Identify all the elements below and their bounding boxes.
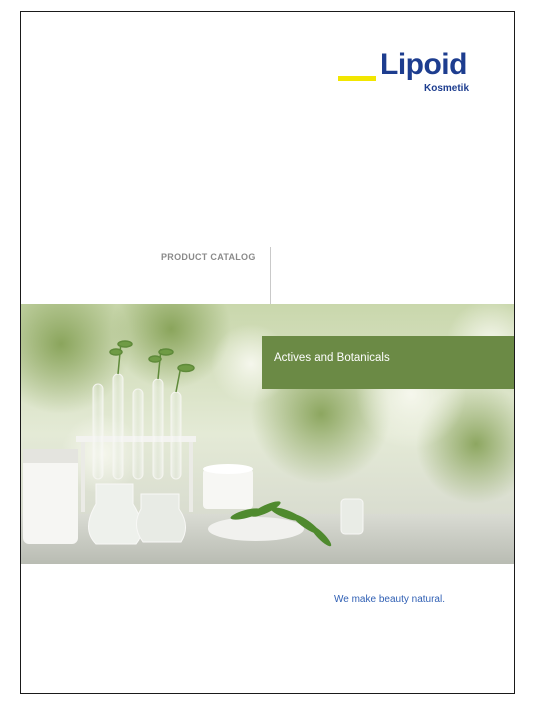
logo-wordmark: Lipoid xyxy=(380,48,467,81)
catalog-cover: Lipoid Kosmetik PRODUCT CATALOG Actives … xyxy=(20,11,515,694)
catalog-title: Actives and Botanicals xyxy=(274,352,390,364)
catalog-label: PRODUCT CATALOG xyxy=(161,252,256,262)
logo-yellow-bar xyxy=(338,76,376,81)
brand-tagline: We make beauty natural. xyxy=(334,594,445,605)
logo-subtitle: Kosmetik xyxy=(424,83,470,94)
brand-logo: Lipoid Kosmetik xyxy=(334,50,494,102)
title-band: Actives and Botanicals xyxy=(262,336,514,389)
